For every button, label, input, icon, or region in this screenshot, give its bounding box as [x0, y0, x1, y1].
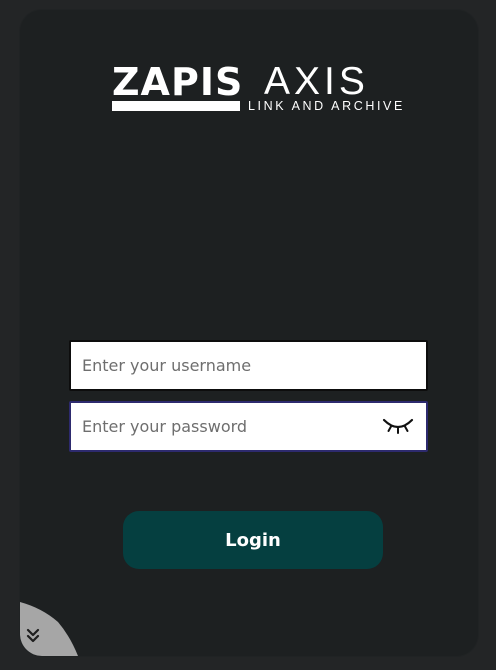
- page-background: ZAPIS AXIS LINK AND ARCHIVE Login: [0, 0, 496, 670]
- password-field[interactable]: [69, 401, 428, 452]
- login-card: ZAPIS AXIS LINK AND ARCHIVE Login: [20, 10, 478, 656]
- logo-tagline: LINK AND ARCHIVE: [248, 99, 405, 113]
- double-chevron-down-icon[interactable]: [26, 628, 40, 644]
- username-field[interactable]: [69, 340, 428, 391]
- logo-brand-light: AXIS: [264, 60, 369, 103]
- login-button[interactable]: Login: [123, 511, 383, 569]
- username-input[interactable]: [71, 342, 426, 389]
- password-input[interactable]: [71, 403, 371, 450]
- eye-closed-icon[interactable]: [382, 416, 414, 436]
- brand-logo: ZAPIS AXIS LINK AND ARCHIVE: [112, 62, 432, 126]
- logo-underline-bar: [112, 101, 240, 111]
- logo-brand-bold: ZAPIS: [112, 60, 244, 104]
